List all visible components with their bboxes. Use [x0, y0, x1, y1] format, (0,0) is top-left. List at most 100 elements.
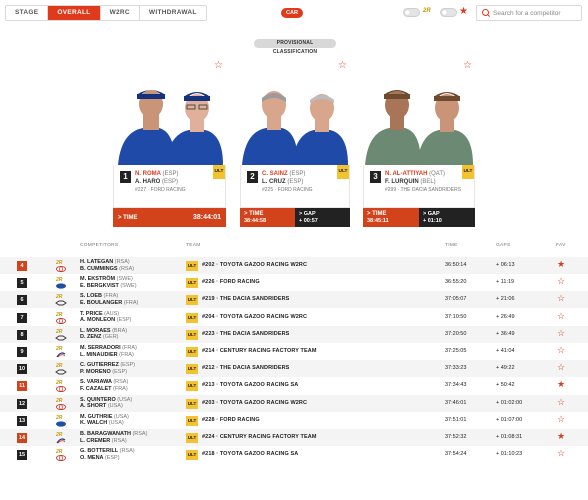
favorite-star-icon[interactable]: ☆: [557, 328, 565, 339]
codriver-nationality: (USA): [108, 420, 124, 427]
crew-names: N. AL-ATTIYAH (QAT) F. LURQUIN (BEL): [385, 170, 445, 186]
codriver-name[interactable]: K. WALCH: [80, 420, 107, 426]
driver-name[interactable]: S. LOEB: [80, 293, 102, 299]
driver-name[interactable]: C. SAINZ: [262, 171, 288, 177]
crew-names: G. BOTTERILL (RSA) O. MENA (ESP): [80, 448, 135, 461]
team-name: #203 · TOYOTA GAZOO RACING W2RC: [202, 399, 308, 406]
favorite-star-icon[interactable]: ☆: [557, 362, 565, 373]
table-row[interactable]: 15 2R G. BOTTERILL (RSA) O. MENA (ESP) ULT #2…: [0, 446, 588, 463]
toyota-logo-icon: 2R: [55, 397, 67, 410]
codriver-name[interactable]: O. MENA: [80, 455, 103, 461]
driver-name[interactable]: S. QUINTERO: [80, 397, 116, 403]
gap-value: + 21:06: [496, 296, 515, 303]
favorite-star-icon[interactable]: ☆: [557, 311, 565, 322]
codriver-name[interactable]: P. MORENO: [80, 369, 111, 375]
search-box[interactable]: [476, 5, 582, 21]
tab-withdrawal[interactable]: WITHDRAWAL: [139, 6, 206, 20]
favorite-star-icon[interactable]: ☆: [214, 60, 223, 71]
table-row[interactable]: 8 2R L. MORAES (BRA) D. ZENZ (GER) ULT #223 ·…: [0, 325, 588, 343]
favorite-star-icon[interactable]: ☆: [557, 448, 565, 459]
table-row[interactable]: 7 2R T. PRICE (AUS) A. MONLEON (ESP) ULT #204…: [0, 309, 588, 326]
favorite-star-icon[interactable]: ☆: [557, 397, 565, 408]
svg-text:2R: 2R: [55, 346, 63, 352]
podium-card-3[interactable]: ☆ 3 N. AL-ATTIYAH (QAT) F. LURQUIN (BEL)…: [363, 58, 475, 227]
favorite-star-icon[interactable]: ☆: [557, 293, 565, 304]
codriver-name[interactable]: E. BERGKVIST: [80, 283, 119, 289]
codriver-nationality: (BEL): [420, 179, 436, 185]
ultimate-badge: ULT: [186, 278, 198, 289]
codriver-name[interactable]: D. ZENZ: [80, 334, 101, 340]
driver-name[interactable]: S. VARIAWA: [80, 379, 112, 385]
table-row[interactable]: 6 2R S. LOEB (FRA) E. BOULANGER (FRA) ULT #21…: [0, 291, 588, 309]
rank-badge: 9: [17, 347, 27, 357]
codriver-name[interactable]: A. HARO: [135, 179, 160, 185]
driver-name[interactable]: T. PRICE: [80, 311, 103, 317]
header-gaps: GAPS: [496, 243, 511, 248]
crew-names: B. BARAGWANATH (RSA) L. CREMER (RSA): [80, 431, 147, 444]
driver-name[interactable]: M. GUTHRIE: [80, 414, 112, 420]
driver-name[interactable]: B. BARAGWANATH: [80, 431, 131, 437]
codriver-name[interactable]: L. CREMER: [80, 438, 110, 444]
svg-text:2R: 2R: [55, 380, 63, 386]
team-label: #225 · FORD RACING: [262, 187, 313, 193]
driver-nationality: (BRA): [112, 327, 128, 334]
codriver-name[interactable]: A. SHORT: [80, 403, 106, 409]
favorite-star-icon[interactable]: ☆: [338, 60, 347, 71]
codriver-name[interactable]: F. LURQUIN: [385, 179, 419, 185]
codriver-nationality: (RSA): [111, 437, 127, 444]
tab-stage[interactable]: STAGE: [6, 6, 49, 20]
codriver-nationality: (ESP): [112, 368, 127, 375]
podium-card-1[interactable]: ☆ 1 N. ROMA (ESP) A. HARO (ESP) #227 · F…: [113, 58, 226, 227]
favorite-star-icon[interactable]: ★: [557, 379, 565, 390]
gap-value: + 00:57: [299, 217, 318, 224]
team-label: #227 · FORD RACING: [135, 187, 186, 193]
codriver-name[interactable]: E. BOULANGER: [80, 300, 122, 306]
driver-name[interactable]: M. EKSTRÖM: [80, 276, 115, 282]
table-row[interactable]: 10 2R C. GUTIERREZ (ESP) P. MORENO (ESP) ULT…: [0, 360, 588, 378]
table-row[interactable]: 12 2R S. QUINTERO (USA) A. SHORT (USA) ULT #2…: [0, 394, 588, 412]
table-row[interactable]: 14 2R B. BARAGWANATH (RSA) L. CREMER (RSA) U…: [0, 429, 588, 446]
tab-w2rc[interactable]: W2RC: [100, 6, 140, 20]
crew-photo: [363, 58, 475, 165]
driver-name[interactable]: H. LATEGAN: [80, 259, 113, 265]
total-time: > TIME 38:44:01: [113, 208, 226, 227]
favorite-star-icon[interactable]: ☆: [557, 345, 565, 356]
table-row[interactable]: 9 2R M. SERRADORI (FRA) L. MINAUDIER (FRA) U…: [0, 343, 588, 360]
favorite-star-icon[interactable]: ☆: [557, 276, 565, 287]
category-pill-car[interactable]: CAR: [281, 8, 303, 18]
table-row[interactable]: 11 2R S. VARIAWA (RSA) F. CAZALET (FRA) ULT #…: [0, 377, 588, 394]
codriver-name[interactable]: B. CUMMINGS: [80, 266, 118, 272]
podium-card-2[interactable]: ☆ 2 C. SAINZ (ESP) L. CRUZ (ESP) #225 · …: [240, 58, 350, 227]
table-row[interactable]: 5 2R M. EKSTRÖM (SWE) E. BERGKVIST (SWE) ULT…: [0, 274, 588, 291]
classification-tabs: STAGE OVERALL W2RC WITHDRAWAL: [5, 5, 207, 21]
toyota-logo-icon: 2R: [55, 259, 67, 273]
crew-names: M. SERRADORI (FRA) L. MINAUDIER (FRA): [80, 345, 137, 358]
favorite-star-icon[interactable]: ★: [557, 259, 565, 270]
favorite-star-icon[interactable]: ★: [557, 431, 565, 442]
search-input[interactable]: [493, 9, 581, 17]
driver-name[interactable]: M. SERRADORI: [80, 345, 121, 351]
favorite-star-icon[interactable]: ☆: [557, 414, 565, 425]
driver-nationality: (RSA): [132, 431, 148, 437]
ultimate-badge: ULT: [186, 364, 198, 375]
driver-name[interactable]: L. MORAES: [80, 328, 111, 334]
podium-info: 1 N. ROMA (ESP) A. HARO (ESP) #227 · FOR…: [113, 165, 226, 208]
favorite-star-icon[interactable]: ☆: [463, 60, 472, 71]
time-value: 37:34:43: [445, 382, 467, 389]
driver-name[interactable]: N. ROMA: [135, 171, 161, 177]
ultimate-badge: ULT: [186, 433, 198, 443]
driver-name[interactable]: G. BOTTERILL: [80, 448, 118, 454]
time-label: > TIME: [118, 214, 138, 221]
table-row[interactable]: 4 2R H. LATEGAN (RSA) B. CUMMINGS (RSA) ULT #…: [0, 257, 588, 274]
codriver-name[interactable]: L. CRUZ: [262, 179, 286, 185]
tab-overall[interactable]: OVERALL: [48, 6, 101, 20]
ultimate-filter-toggle[interactable]: [403, 8, 420, 17]
team-name: #226 · FORD RACING: [202, 279, 260, 286]
driver-name[interactable]: N. AL-ATTIYAH: [385, 171, 427, 177]
table-row[interactable]: 13 2R M. GUTHRIE (USA) K. WALCH (USA) ULT #22…: [0, 412, 588, 429]
favorites-filter-toggle[interactable]: [440, 8, 457, 17]
codriver-name[interactable]: F. CAZALET: [80, 386, 111, 392]
codriver-name[interactable]: A. MONLEON: [80, 317, 115, 323]
driver-name[interactable]: C. GUTIERREZ: [80, 362, 119, 368]
codriver-name[interactable]: L. MINAUDIER: [80, 352, 118, 358]
